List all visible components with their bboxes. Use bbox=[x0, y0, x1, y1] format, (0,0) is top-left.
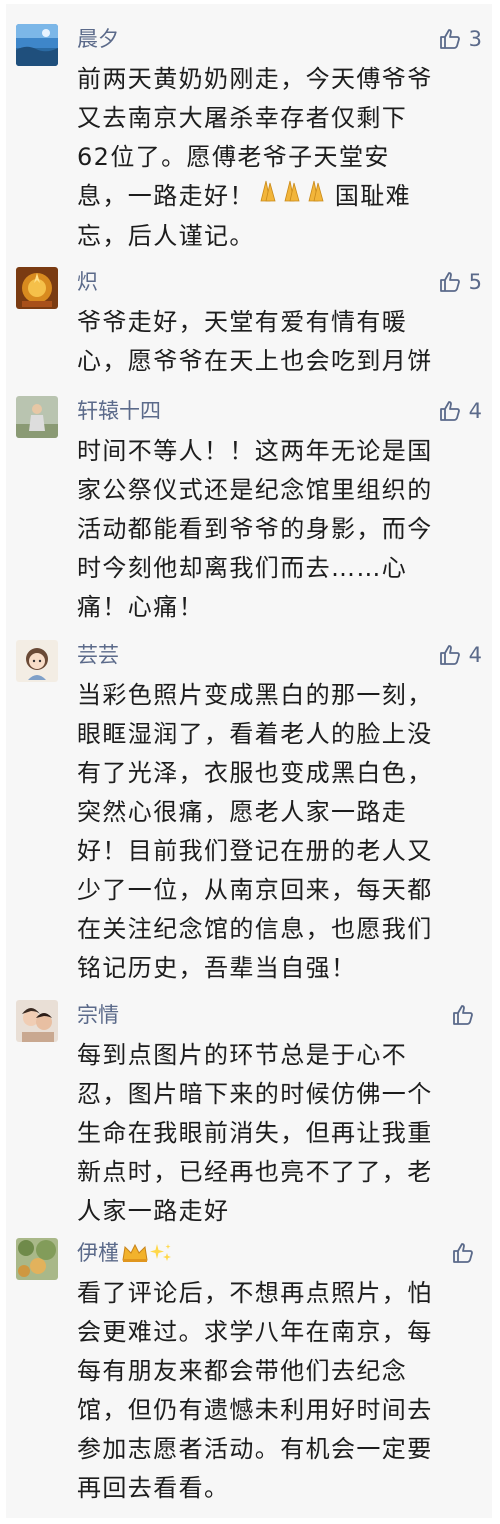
comment-line: 馆，但仍有遗憾未利用好时间去 bbox=[77, 1396, 433, 1424]
comment-item: 晨夕 3 前两天黄奶奶刚走，今天傅爷爷 又去南京大屠杀幸存者仅剩下 62位了。愿… bbox=[6, 24, 492, 264]
thumbs-up-icon bbox=[453, 1005, 473, 1025]
comment-line: 前两天黄奶奶刚走，今天傅爷爷 bbox=[77, 65, 433, 93]
comment-line: 新点时，已经再也亮不了了，老 bbox=[77, 1158, 433, 1186]
comment-item: 轩辕十四 4 时间不等人！！这两年无论是国 家公祭仪式还是纪念馆里组织的 活动都… bbox=[6, 396, 492, 631]
avatar[interactable] bbox=[16, 640, 58, 682]
comment-author[interactable]: 晨夕 bbox=[77, 25, 119, 53]
comment-line: 眼眶湿润了，看着老人的脸上没 bbox=[77, 720, 433, 748]
comment-line: 参加志愿者活动。有机会一定要 bbox=[77, 1435, 433, 1463]
comment-line: 好！目前我们登记在册的老人又 bbox=[77, 837, 433, 865]
comment-item: 炽 5 爷爷走好，天堂有爱有情有暖 心，愿爷爷在天上也会吃到月饼 bbox=[6, 267, 492, 382]
comment-line: 家公祭仪式还是纪念馆里组织的 bbox=[77, 476, 433, 504]
crown-emoji bbox=[119, 1240, 149, 1268]
comment-item: 伊槿 看了评论后，不想再点照片，怕 会更难过。求学八年在南京，每 每有朋友来都会… bbox=[6, 1238, 492, 1516]
comment-text: 前两天黄奶奶刚走，今天傅爷爷 又去南京大屠杀幸存者仅剩下 62位了。愿傅老爷子天… bbox=[77, 60, 483, 256]
comment-author[interactable]: 伊槿 bbox=[77, 1239, 173, 1268]
comment-line: 有了光泽，衣服也变成黑白色， bbox=[77, 759, 433, 787]
comment-line: 人家一路走好 bbox=[77, 1197, 230, 1225]
comment-line: 忘，后人谨记。 bbox=[77, 222, 255, 250]
comment-line: 看了评论后，不想再点照片，怕 bbox=[77, 1279, 433, 1307]
comment-line: 少了一位，从南京回来，每天都 bbox=[77, 876, 433, 904]
comment-author[interactable]: 炽 bbox=[77, 268, 98, 296]
like-button[interactable]: 3 bbox=[438, 24, 482, 54]
like-count: 4 bbox=[468, 643, 482, 667]
comment-line: 心，愿爷爷在天上也会吃到月饼 bbox=[77, 347, 433, 375]
thumbs-up-icon bbox=[439, 401, 460, 421]
comment-line: 活动都能看到爷爷的身影，而今 bbox=[77, 515, 433, 543]
avatar[interactable] bbox=[16, 267, 58, 309]
avatar[interactable] bbox=[16, 1238, 58, 1280]
like-button[interactable] bbox=[451, 1238, 482, 1268]
praying-hands-icon bbox=[255, 177, 335, 217]
like-count: 4 bbox=[468, 399, 482, 423]
like-count: 5 bbox=[468, 270, 482, 294]
comment-line: 生命在我眼前消失，但再让我重 bbox=[77, 1119, 433, 1147]
like-button[interactable]: 4 bbox=[438, 640, 482, 670]
comment-line: 每有朋友来都会带他们去纪念 bbox=[77, 1357, 408, 1385]
like-button[interactable] bbox=[451, 1000, 482, 1030]
sparkles-emoji bbox=[149, 1240, 173, 1268]
thumbs-up-icon bbox=[439, 645, 460, 665]
comment-line: 突然心很痛，愿老人家一路走 bbox=[77, 798, 408, 826]
thumbs-up-icon bbox=[439, 29, 460, 49]
avatar[interactable] bbox=[16, 24, 58, 66]
comment-line-segment: 息，一路走好！ bbox=[77, 182, 255, 210]
thumbs-up-icon bbox=[439, 272, 460, 292]
comment-author-name: 伊槿 bbox=[77, 1241, 119, 1265]
comment-line-with-emoji: 息，一路走好！ 国耻难 bbox=[77, 177, 483, 217]
comment-author[interactable]: 芸芸 bbox=[77, 641, 119, 669]
avatar[interactable] bbox=[16, 1000, 58, 1042]
comment-line: 时今刻他却离我们而去……心 bbox=[77, 554, 408, 582]
comment-line: 痛！心痛！ bbox=[77, 593, 204, 621]
comment-text: 当彩色照片变成黑白的那一刻， 眼眶湿润了，看着老人的脸上没 有了光泽，衣服也变成… bbox=[77, 676, 483, 988]
comment-author[interactable]: 宗情 bbox=[77, 1001, 119, 1029]
comment-line: 又去南京大屠杀幸存者仅剩下 bbox=[77, 104, 408, 132]
comment-line: 在关注纪念馆的信息，也愿我们 bbox=[77, 915, 433, 943]
like-button[interactable]: 5 bbox=[438, 267, 482, 297]
thumbs-up-icon bbox=[453, 1243, 473, 1263]
comment-line: 会更难过。求学八年在南京，每 bbox=[77, 1318, 433, 1346]
comment-text: 时间不等人！！这两年无论是国 家公祭仪式还是纪念馆里组织的 活动都能看到爷爷的身… bbox=[77, 432, 483, 627]
comment-text: 每到点图片的环节总是于心不 忍，图片暗下来的时候仿佛一个 生命在我眼前消失，但再… bbox=[77, 1036, 483, 1231]
comment-line: 爷爷走好，天堂有爱有情有暖 bbox=[77, 308, 408, 336]
comment-item: 芸芸 4 当彩色照片变成黑白的那一刻， 眼眶湿润了，看着老人的脸上没 有了光泽，… bbox=[6, 640, 492, 994]
like-button[interactable]: 4 bbox=[438, 396, 482, 426]
comment-line: 再回去看看。 bbox=[77, 1474, 230, 1502]
comment-line: 当彩色照片变成黑白的那一刻， bbox=[77, 681, 433, 709]
comment-line: 时间不等人！！这两年无论是国 bbox=[77, 437, 433, 465]
comment-author[interactable]: 轩辕十四 bbox=[77, 397, 161, 425]
comment-line: 忍，图片暗下来的时候仿佛一个 bbox=[77, 1080, 433, 1108]
comment-list: 晨夕 3 前两天黄奶奶刚走，今天傅爷爷 又去南京大屠杀幸存者仅剩下 62位了。愿… bbox=[6, 4, 492, 1518]
comment-line: 铭记历史，吾辈当自强！ bbox=[77, 954, 357, 982]
comment-line-segment: 国耻难 bbox=[334, 182, 412, 210]
comment-text: 爷爷走好，天堂有爱有情有暖 心，愿爷爷在天上也会吃到月饼 bbox=[77, 303, 483, 381]
like-count: 3 bbox=[468, 27, 482, 51]
comment-line: 每到点图片的环节总是于心不 bbox=[77, 1041, 408, 1069]
comment-item: 宗情 每到点图片的环节总是于心不 忍，图片暗下来的时候仿佛一个 生命在我眼前消失… bbox=[6, 1000, 492, 1230]
comment-text: 看了评论后，不想再点照片，怕 会更难过。求学八年在南京，每 每有朋友来都会带他们… bbox=[77, 1274, 483, 1508]
avatar[interactable] bbox=[16, 396, 58, 438]
comment-line: 62位了。愿傅老爷子天堂安 bbox=[77, 143, 390, 171]
